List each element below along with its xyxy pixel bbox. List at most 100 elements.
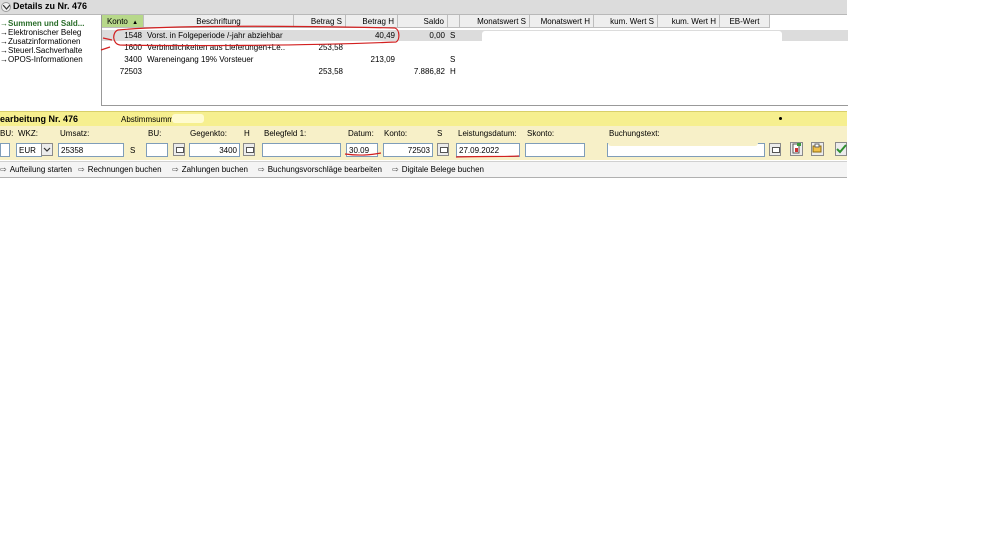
lookup-icon: [772, 147, 780, 153]
col-header-label: Beschriftung: [196, 17, 241, 26]
cell-betrag-h: 213,09: [370, 55, 395, 64]
action-label: Zahlungen buchen: [181, 165, 248, 174]
skonto-label: Skonto:: [527, 129, 555, 138]
nav-item-label: Steuerl.Sachverhalte: [8, 46, 83, 55]
col-header-monatswert-h[interactable]: Monatswert H: [530, 15, 594, 28]
cell-saldo: 0,00: [429, 31, 445, 40]
nav-item-summen[interactable]: →Summen und Sald...: [0, 19, 84, 28]
action-digitale-belege-buchen[interactable]: ⇨ Digitale Belege buchen: [392, 165, 484, 174]
bu-left-label: BU:: [0, 129, 14, 138]
col-header-konto[interactable]: Konto ▲: [102, 15, 144, 28]
col-header-label: kum. Wert H: [671, 17, 716, 26]
col-header-saldo[interactable]: Saldo: [398, 15, 448, 28]
arrow-right-icon: ⇨: [78, 165, 85, 174]
nav-item-label: Zusatzinformationen: [8, 37, 81, 46]
confirm-checkmark-icon[interactable]: [835, 142, 847, 156]
leistungsdatum-label: Leistungsdatum:: [458, 129, 517, 138]
lookup-icon: [440, 147, 448, 153]
action-aufteilung-starten[interactable]: ⇨ Aufteilung starten: [0, 165, 72, 174]
cell-sh: S: [450, 55, 456, 64]
nav-item-zusatzinformationen[interactable]: →Zusatzinformationen: [0, 37, 80, 46]
col-header-beschriftung[interactable]: Beschriftung: [144, 15, 294, 28]
arrow-right-icon: ⇨: [0, 165, 7, 174]
cell-konto: 72503: [119, 67, 142, 76]
belegfeld-label: Belegfeld 1:: [264, 129, 307, 138]
wkz-dropdown-button[interactable]: [41, 143, 53, 156]
action-label: Buchungsvorschläge bearbeiten: [267, 165, 383, 174]
umsatz-input[interactable]: [58, 143, 124, 157]
cell-sh: H: [450, 67, 456, 76]
col-header-sh[interactable]: [448, 15, 460, 28]
col-header-betrag-s[interactable]: Betrag S: [294, 15, 346, 28]
left-nav: →Summen und Sald... →Elektronischer Bele…: [0, 15, 100, 105]
col-header-label: Betrag S: [310, 17, 342, 26]
nav-item-elektronischer-beleg[interactable]: →Elektronischer Beleg: [0, 28, 81, 37]
cell-betrag-s: 253,58: [318, 43, 343, 52]
attachment-icon[interactable]: [811, 142, 824, 156]
arrow-right-icon: →: [0, 37, 8, 46]
buchungstext-label: Buchungstext:: [609, 129, 660, 138]
col-header-label: EB-Wert: [729, 17, 760, 26]
summen-grid: Konto ▲ Beschriftung Betrag S Betrag H S…: [101, 15, 848, 106]
h-label: H: [244, 129, 250, 138]
details-title: Details zu Nr. 476: [13, 1, 88, 11]
sort-ascending-icon: ▲: [132, 20, 139, 26]
arrow-right-icon: →: [0, 28, 8, 37]
col-header-betrag-h[interactable]: Betrag H: [346, 15, 398, 28]
bu-input[interactable]: [146, 143, 168, 157]
gegenkonto-lookup-button[interactable]: [243, 143, 255, 156]
cell-betrag-s: 253,58: [318, 67, 343, 76]
wkz-select[interactable]: [16, 143, 42, 157]
umsatz-sh-indicator: S: [130, 146, 136, 155]
action-label: Digitale Belege buchen: [401, 165, 484, 174]
arrow-right-icon: →: [0, 46, 8, 55]
action-rechnungen-buchen[interactable]: ⇨ Rechnungen buchen: [78, 165, 162, 174]
document-icon[interactable]: [790, 142, 803, 156]
nav-item-opos-informationen[interactable]: →OPOS-Informationen: [0, 55, 83, 64]
wkz-label: WKZ:: [18, 129, 38, 138]
datum-label: Datum:: [348, 129, 374, 138]
col-header-eb-wert[interactable]: EB-Wert: [720, 15, 770, 28]
redaction-mask: [482, 31, 782, 81]
konto-input[interactable]: [383, 143, 433, 157]
arrow-right-icon: →: [0, 55, 8, 64]
col-header-monatswert-s[interactable]: Monatswert S: [460, 15, 530, 28]
gegenkonto-input[interactable]: [189, 143, 240, 157]
cell-sh: [450, 42, 460, 53]
datum-input[interactable]: [346, 143, 378, 157]
col-header-label: Betrag H: [362, 17, 394, 26]
cell-betrag-h: 40,49: [374, 31, 395, 40]
status-dot-icon: [779, 117, 782, 120]
title-bar: Details zu Nr. 476: [0, 0, 847, 15]
konto-lookup-button[interactable]: [437, 143, 449, 156]
cell-betrag-h: [346, 42, 395, 53]
action-zahlungen-buchen[interactable]: ⇨ Zahlungen buchen: [172, 165, 248, 174]
collapse-chevron-icon[interactable]: [1, 2, 11, 12]
leistungsdatum-input[interactable]: [456, 143, 520, 157]
col-header-kum-wert-s[interactable]: kum. Wert S: [594, 15, 658, 28]
cell-betrag-h: [346, 66, 395, 77]
arrow-right-icon: ⇨: [392, 165, 399, 174]
bu-lookup-button[interactable]: [173, 143, 185, 156]
redaction-mask: [172, 114, 204, 123]
bu-left-input[interactable]: [0, 143, 10, 157]
col-header-label: Saldo: [423, 17, 444, 26]
action-label: Rechnungen buchen: [87, 165, 162, 174]
booking-form: BU: WKZ: Umsatz: BU: Gegenkto: H Belegfe…: [0, 126, 847, 160]
skonto-input[interactable]: [525, 143, 585, 157]
action-label: Aufteilung starten: [9, 165, 72, 174]
nav-item-label: OPOS-Informationen: [8, 55, 83, 64]
cell-konto: 1548: [124, 31, 142, 40]
belegfeld-input[interactable]: [262, 143, 341, 157]
edit-title: earbeitung Nr. 476: [0, 114, 79, 124]
nav-item-steuerl-sachverhalte[interactable]: →Steuerl.Sachverhalte: [0, 46, 82, 55]
abstimmsumme-label: Abstimmsumme: [121, 115, 179, 124]
cell-konto: 3400: [124, 55, 142, 64]
cell-saldo: 7.886,82: [413, 67, 445, 76]
action-buchungsvorschlaege-bearbeiten[interactable]: ⇨ Buchungsvorschläge bearbeiten: [258, 165, 382, 174]
col-header-kum-wert-h[interactable]: kum. Wert H: [658, 15, 720, 28]
edit-bar: earbeitung Nr. 476 Abstimmsumme: [0, 111, 847, 127]
umsatz-label: Umsatz:: [60, 129, 90, 138]
col-header-label: Konto: [106, 17, 128, 26]
buchungstext-lookup-button[interactable]: [769, 143, 781, 156]
